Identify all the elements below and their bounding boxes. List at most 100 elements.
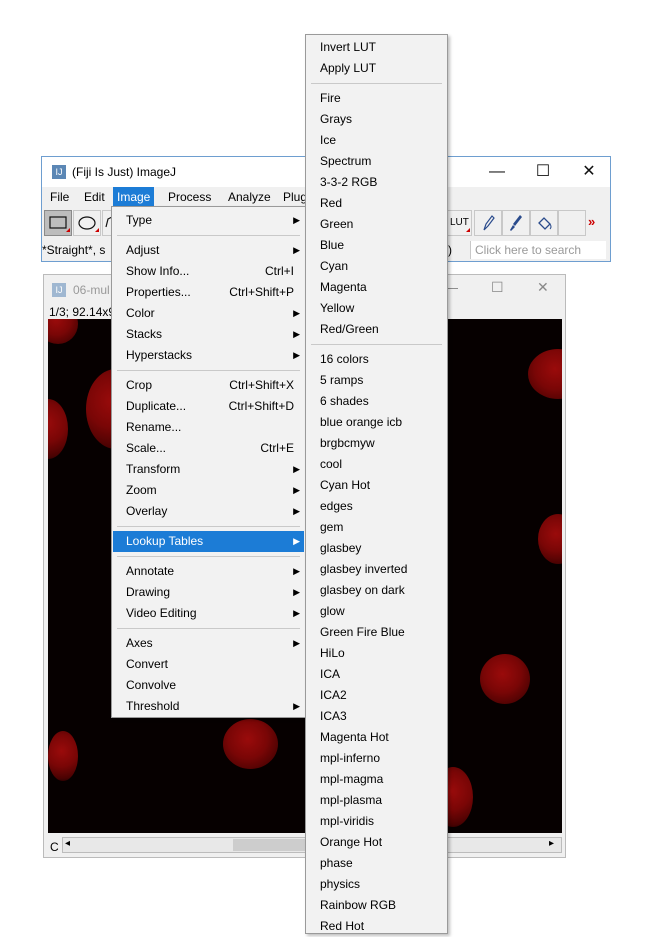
scroll-right-icon[interactable]: ▸	[549, 838, 554, 849]
menu-item-blue[interactable]: Blue	[307, 235, 446, 256]
minimize-button[interactable]: —	[474, 157, 520, 187]
menu-item-fire[interactable]: Fire	[307, 88, 446, 109]
oval-tool[interactable]	[73, 210, 101, 236]
nucleus	[48, 731, 78, 781]
scrollbar-thumb[interactable]	[233, 839, 308, 851]
menu-item-transform[interactable]: Transform ▶	[113, 459, 304, 480]
menu-item-shortcut: Ctrl+Shift+D	[228, 399, 294, 413]
lut-dropdown-icon	[466, 228, 470, 232]
menu-edit[interactable]: Edit	[80, 187, 109, 207]
more-tools-icon[interactable]: »	[588, 214, 595, 229]
menu-item-crop[interactable]: Crop Ctrl+Shift+X	[113, 375, 304, 396]
menu-item-shortcut: Ctrl+I	[264, 264, 294, 278]
menu-item-mpl-magma[interactable]: mpl-magma	[307, 769, 446, 790]
submenu-arrow-icon: ▶	[293, 350, 300, 360]
menu-item-mpl-viridis[interactable]: mpl-viridis	[307, 811, 446, 832]
menu-item-glow[interactable]: glow	[307, 601, 446, 622]
menu-item-label: brgbcmyw	[320, 436, 375, 450]
scroll-left-icon[interactable]: ◂	[65, 838, 70, 849]
image-menu: Type ▶ Adjust ▶ Show Info... Ctrl+I Properties…	[111, 206, 306, 718]
flood-fill-tool[interactable]	[530, 210, 558, 236]
menu-item-scale[interactable]: Scale... Ctrl+E	[113, 438, 304, 459]
menu-item-spectrum[interactable]: Spectrum	[307, 151, 446, 172]
menu-item-red[interactable]: Red	[307, 193, 446, 214]
menu-item-mpl-inferno[interactable]: mpl-inferno	[307, 748, 446, 769]
menu-item-zoom[interactable]: Zoom ▶	[113, 480, 304, 501]
menu-item-glasbey[interactable]: glasbey	[307, 538, 446, 559]
menu-item-drawing[interactable]: Drawing ▶	[113, 582, 304, 603]
menu-process[interactable]: Process	[164, 187, 215, 207]
menu-item-cool[interactable]: cool	[307, 454, 446, 475]
menu-item-gem[interactable]: gem	[307, 517, 446, 538]
menu-item-yellow[interactable]: Yellow	[307, 298, 446, 319]
menu-item-ica[interactable]: ICA	[307, 664, 446, 685]
menu-item-grays[interactable]: Grays	[307, 109, 446, 130]
menu-item-green-fire-blue[interactable]: Green Fire Blue	[307, 622, 446, 643]
menu-item-video-editing[interactable]: Video Editing ▶	[113, 603, 304, 624]
menu-item-annotate[interactable]: Annotate ▶	[113, 561, 304, 582]
image-close-button[interactable]: ✕	[537, 279, 549, 296]
submenu-arrow-icon: ▶	[293, 587, 300, 597]
menu-item-rename[interactable]: Rename...	[113, 417, 304, 438]
menu-item-label: ICA	[320, 667, 341, 681]
menu-item-magenta[interactable]: Magenta	[307, 277, 446, 298]
menu-item-adjust[interactable]: Adjust ▶	[113, 240, 304, 261]
menu-item-hilo[interactable]: HiLo	[307, 643, 446, 664]
menu-item-threshold[interactable]: Threshold ▶	[113, 696, 304, 717]
menu-item-label: Type	[126, 213, 153, 227]
menu-item-axes[interactable]: Axes ▶	[113, 633, 304, 654]
menu-item-lookup-tables[interactable]: Lookup Tables ▶	[113, 531, 304, 552]
menu-item-label: Cyan Hot	[320, 478, 371, 492]
menu-item-glasbey-on-dark[interactable]: glasbey on dark	[307, 580, 446, 601]
menu-item-duplicate[interactable]: Duplicate... Ctrl+Shift+D	[113, 396, 304, 417]
menu-item-ica3[interactable]: ICA3	[307, 706, 446, 727]
image-maximize-button[interactable]: ☐	[491, 279, 504, 296]
close-button[interactable]: ✕	[566, 157, 612, 187]
menu-item-invert-lut[interactable]: Invert LUT	[307, 37, 446, 58]
menu-item-label: Red Hot	[320, 919, 365, 933]
maximize-button[interactable]: ☐	[520, 157, 566, 187]
lut-tool[interactable]: LUT	[444, 210, 472, 236]
search-input[interactable]: Click here to search	[470, 241, 606, 259]
menu-item-mpl-plasma[interactable]: mpl-plasma	[307, 790, 446, 811]
menu-item-convert[interactable]: Convert	[113, 654, 304, 675]
menu-image[interactable]: Image	[113, 187, 155, 207]
brush-tool[interactable]	[502, 210, 530, 236]
menu-item-properties[interactable]: Properties... Ctrl+Shift+P	[113, 282, 304, 303]
menu-item-magenta-hot[interactable]: Magenta Hot	[307, 727, 446, 748]
menu-item-color[interactable]: Color ▶	[113, 303, 304, 324]
menu-item-ica2[interactable]: ICA2	[307, 685, 446, 706]
menu-item-type[interactable]: Type ▶	[113, 210, 304, 231]
menu-item-label: Red	[320, 196, 343, 210]
menu-item-6-shades[interactable]: 6 shades	[307, 391, 446, 412]
menu-item-edges[interactable]: edges	[307, 496, 446, 517]
menu-item-ice[interactable]: Ice	[307, 130, 446, 151]
nucleus	[48, 319, 78, 344]
menu-item-rainbow-rgb[interactable]: Rainbow RGB	[307, 895, 446, 916]
menu-item-convolve[interactable]: Convolve	[113, 675, 304, 696]
menu-item-cyan-hot[interactable]: Cyan Hot	[307, 475, 446, 496]
menu-item-16-colors[interactable]: 16 colors	[307, 349, 446, 370]
menu-item-physics[interactable]: physics	[307, 874, 446, 895]
menu-item-glasbey-inverted[interactable]: glasbey inverted	[307, 559, 446, 580]
menu-item-5-ramps[interactable]: 5 ramps	[307, 370, 446, 391]
menu-item-green[interactable]: Green	[307, 214, 446, 235]
menu-item-overlay[interactable]: Overlay ▶	[113, 501, 304, 522]
menu-item-hyperstacks[interactable]: Hyperstacks ▶	[113, 345, 304, 366]
empty-tool-slot[interactable]	[558, 210, 586, 236]
menu-item-3-3-2-rgb[interactable]: 3-3-2 RGB	[307, 172, 446, 193]
menu-item-show-info[interactable]: Show Info... Ctrl+I	[113, 261, 304, 282]
menu-item-phase[interactable]: phase	[307, 853, 446, 874]
menu-item-orange-hot[interactable]: Orange Hot	[307, 832, 446, 853]
menu-item-brgbcmyw[interactable]: brgbcmyw	[307, 433, 446, 454]
pencil-tool[interactable]	[474, 210, 502, 236]
menu-item-cyan[interactable]: Cyan	[307, 256, 446, 277]
menu-item-red-green[interactable]: Red/Green	[307, 319, 446, 340]
menu-item-blue-orange-icb[interactable]: blue orange icb	[307, 412, 446, 433]
rectangle-tool[interactable]	[44, 210, 72, 236]
menu-analyze[interactable]: Analyze	[224, 187, 275, 207]
menu-item-label: glasbey inverted	[320, 562, 408, 576]
menu-file[interactable]: File	[46, 187, 73, 207]
menu-item-stacks[interactable]: Stacks ▶	[113, 324, 304, 345]
menu-item-apply-lut[interactable]: Apply LUT	[307, 58, 446, 79]
